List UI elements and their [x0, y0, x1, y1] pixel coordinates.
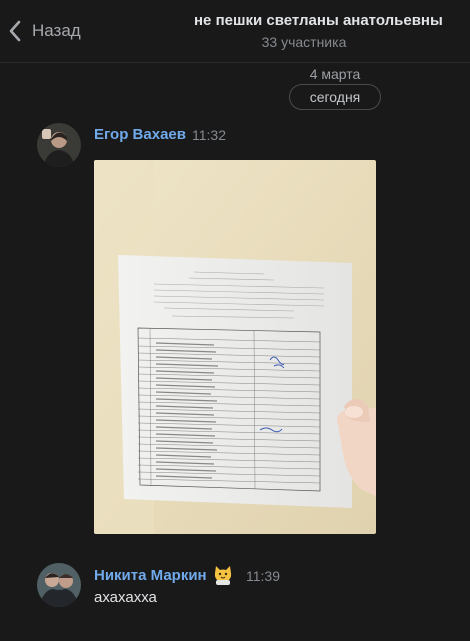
date-label: 4 марта: [309, 66, 361, 82]
chat-title[interactable]: не пешки светланы анатольевны: [194, 12, 470, 29]
date-separator: 4 марта сегодня: [286, 66, 384, 110]
chevron-left-icon: [9, 20, 21, 42]
message-author[interactable]: Никита Маркин: [94, 567, 207, 584]
avatar[interactable]: [37, 563, 81, 607]
message-time: 11:39: [246, 568, 280, 584]
avatar[interactable]: [37, 123, 81, 167]
back-button[interactable]: Назад: [8, 18, 81, 44]
message-text: ахахахха: [94, 589, 157, 606]
attendance-sheet-photo: [94, 160, 376, 534]
avatar-image: [37, 123, 81, 167]
message-time: 11:32: [192, 127, 226, 143]
back-label: Назад: [32, 21, 81, 40]
today-pill: сегодня: [288, 84, 382, 110]
avatar-image: [37, 563, 81, 607]
chat-header: Назад не пешки светланы анатольевны 33 у…: [0, 0, 470, 63]
cat-emoji-icon: [212, 564, 234, 586]
participants-count[interactable]: 33 участника: [194, 34, 414, 50]
photo-attachment[interactable]: [94, 160, 376, 534]
message-author[interactable]: Егор Вахаев: [94, 126, 186, 143]
